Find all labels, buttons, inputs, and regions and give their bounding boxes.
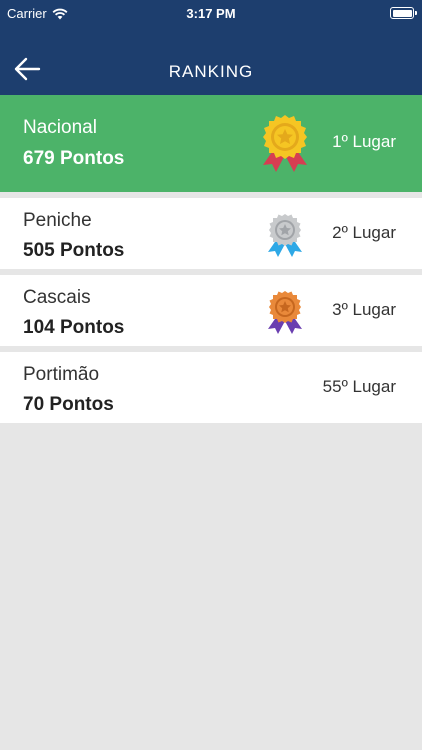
team-name: Nacional xyxy=(23,117,97,138)
team-place: 3º Lugar xyxy=(332,300,396,319)
team-points: 505 Pontos xyxy=(23,240,125,261)
status-time: 3:17 PM xyxy=(186,6,236,21)
ranking-row-3[interactable]: Cascais 104 Pontos 3º Lugar xyxy=(0,275,422,346)
team-place: 2º Lugar xyxy=(332,223,396,242)
team-place: 55º Lugar xyxy=(322,377,396,396)
gold-medal-icon xyxy=(263,115,307,172)
team-name: Cascais xyxy=(23,287,91,308)
battery-icon xyxy=(390,7,417,19)
team-name: Portimão xyxy=(23,364,100,385)
ranking-list: Nacional 679 Pontos 1º Lugar Peniche 505… xyxy=(0,95,422,429)
page-title: RANKING xyxy=(168,62,254,81)
team-place: 1º Lugar xyxy=(332,132,396,151)
team-points: 104 Pontos xyxy=(23,317,125,338)
silver-medal-icon xyxy=(268,214,302,257)
navigation-bar: RANKING xyxy=(0,40,422,95)
team-points: 679 Pontos xyxy=(23,148,125,169)
status-bar: Carrier 3:17 PM xyxy=(0,0,422,28)
team-name: Peniche xyxy=(23,210,92,231)
app-header: Carrier 3:17 PM RANKING xyxy=(0,0,422,95)
team-points: 70 Pontos xyxy=(23,394,114,415)
ranking-row-4[interactable]: Portimão 70 Pontos 55º Lugar xyxy=(0,352,422,423)
ranking-row-1[interactable]: Nacional 679 Pontos 1º Lugar xyxy=(0,95,422,192)
bronze-medal-icon xyxy=(268,291,302,334)
ranking-row-2[interactable]: Peniche 505 Pontos 2º Lugar xyxy=(0,198,422,269)
